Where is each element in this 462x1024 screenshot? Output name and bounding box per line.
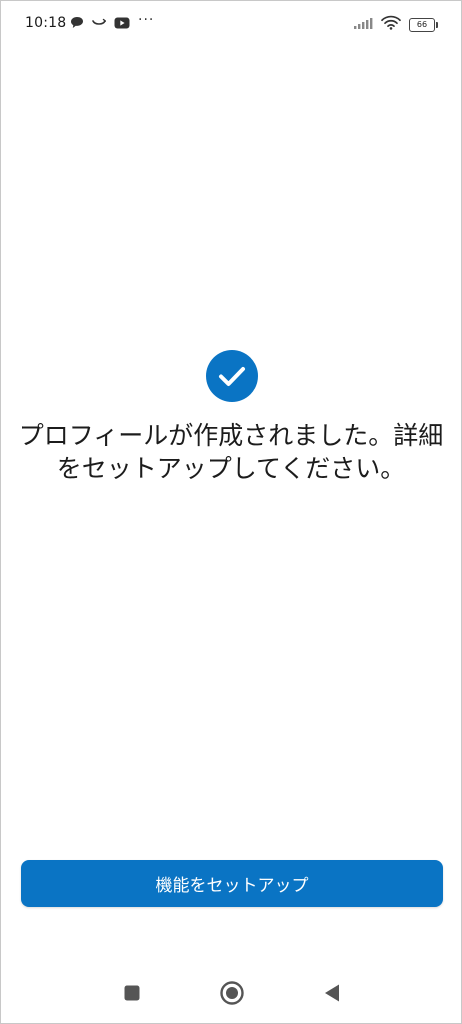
recents-square-icon[interactable] [118,979,146,1007]
smile-arc-icon [92,18,106,28]
check-circle-icon [206,350,258,402]
notification-icons: ··· [70,12,154,29]
signal-icon [353,15,373,34]
system-icons: 66 [353,15,438,34]
app-screen: 10:18 ··· 66 プロフィールが作成されました。詳細をセットアップしてく… [0,0,462,1024]
status-bar: 10:18 ··· 66 [1,1,461,45]
wifi-icon [381,15,401,34]
overflow-dots: ··· [138,11,155,28]
back-triangle-icon[interactable] [318,979,346,1007]
system-nav-bar [1,961,461,1023]
battery-icon: 66 [409,17,438,32]
youtube-icon [114,17,130,29]
home-circle-icon[interactable] [218,979,246,1007]
chat-bubble-icon [70,16,84,29]
status-time: 10:18 [25,15,67,31]
profile-created-message: プロフィールが作成されました。詳細をセットアップしてください。 [18,421,444,483]
setup-features-button[interactable]: 機能をセットアップ [21,860,443,907]
